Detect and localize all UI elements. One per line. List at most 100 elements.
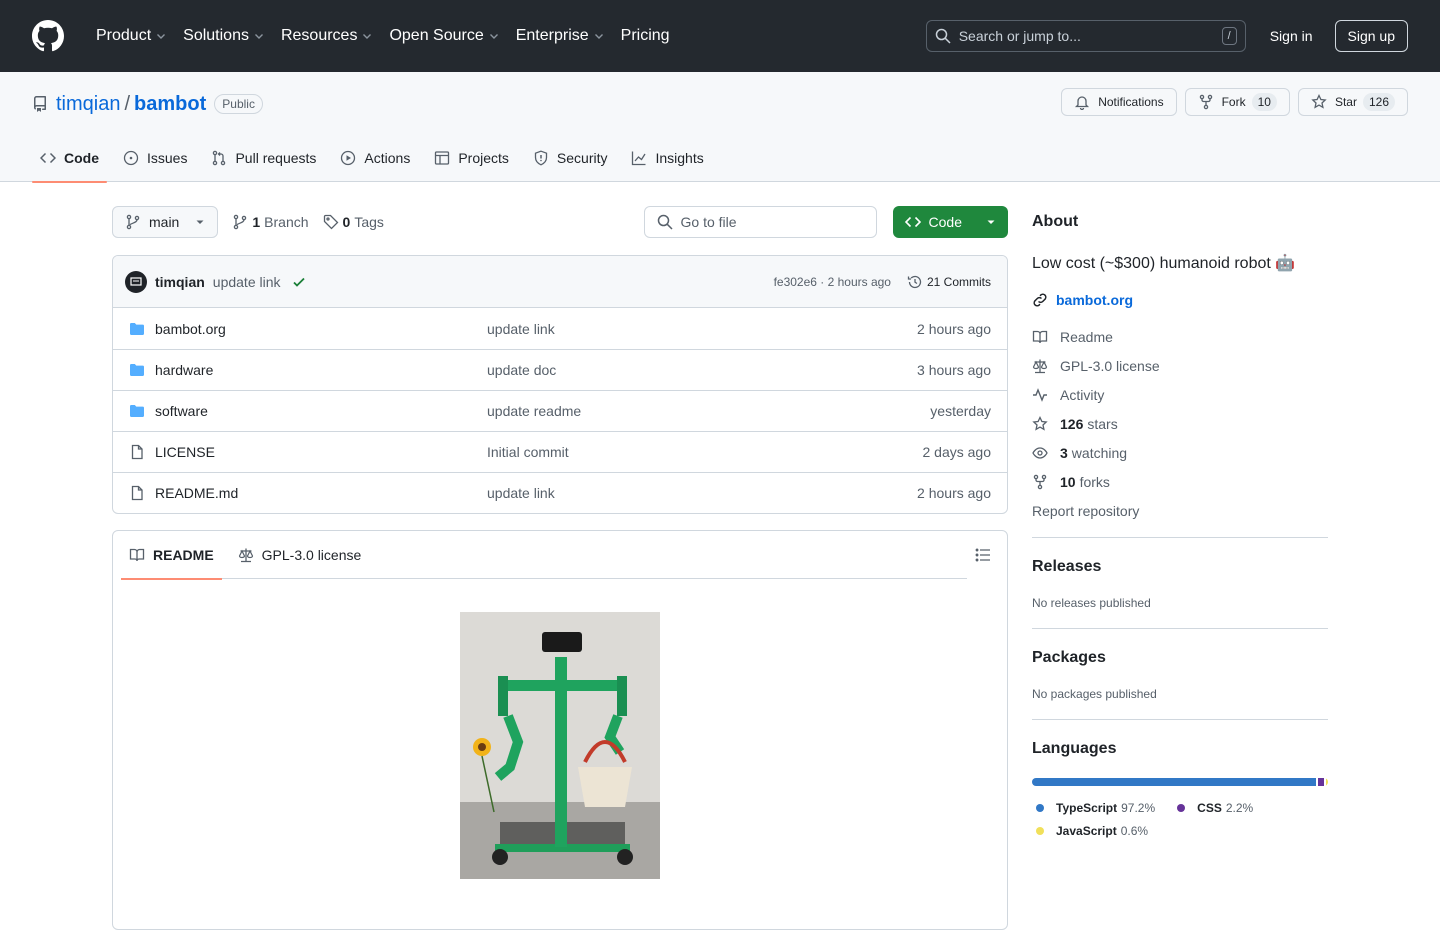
- file-icon: [131, 444, 143, 460]
- star-icon: [1032, 415, 1048, 431]
- about-item-count: 126: [1060, 415, 1084, 432]
- readme-tab-gpl-3-0-license[interactable]: GPL-3.0 license: [230, 531, 370, 579]
- fork-button[interactable]: Fork 10: [1184, 88, 1290, 116]
- tag-icon: [323, 214, 338, 230]
- file-row[interactable]: README.md update link 2 hours ago: [113, 472, 1007, 513]
- branch-icon: [126, 214, 140, 230]
- github-logo-icon[interactable]: [32, 20, 64, 52]
- about-meta-list: Readme GPL-3.0 license Activity 126 stars 3 wa…: [1032, 322, 1328, 496]
- about-item-activity[interactable]: Activity: [1032, 380, 1328, 409]
- language-item-css[interactable]: CSS 2.2%: [1173, 796, 1253, 819]
- tab-insights[interactable]: Insights: [623, 134, 711, 182]
- tab-actions[interactable]: Actions: [332, 134, 418, 182]
- file-row[interactable]: bambot.org update link 2 hours ago: [113, 308, 1007, 349]
- commit-meta: fe302e6 · 2 hours ago 21 Commits: [774, 274, 991, 290]
- branches-link[interactable]: 1 Branch: [232, 214, 309, 230]
- file-icon: [131, 485, 143, 501]
- sidebar-divider: [1032, 719, 1328, 720]
- repo-main: main 1 Branch 0 Tags Go to file Code tim…: [112, 182, 1008, 930]
- language-color-dot: [1036, 826, 1044, 835]
- repo-owner-link[interactable]: timqian: [56, 93, 120, 116]
- file-commit-time: 2 hours ago: [917, 485, 991, 501]
- notifications-button[interactable]: Notifications: [1061, 88, 1177, 116]
- file-commit-time: 2 days ago: [922, 444, 992, 460]
- language-item-javascript[interactable]: JavaScript 0.6%: [1032, 819, 1148, 842]
- go-to-file-input[interactable]: Go to file: [643, 206, 877, 238]
- chevron-down-icon: [363, 34, 372, 39]
- releases-empty-text: No releases published: [1032, 596, 1151, 610]
- commits-history-link[interactable]: 21 Commits: [907, 274, 991, 290]
- languages-heading: Languages: [1032, 740, 1117, 757]
- nav-item-resources[interactable]: Resources: [273, 20, 381, 52]
- sign-up-button[interactable]: Sign up: [1334, 20, 1408, 52]
- file-name-link[interactable]: software: [155, 403, 487, 419]
- file-commit-message[interactable]: update readme: [487, 403, 930, 419]
- repo-title: timqian / bambot Public: [32, 92, 263, 116]
- file-row[interactable]: software update readme yesterday: [113, 390, 1007, 431]
- file-name-link[interactable]: LICENSE: [155, 444, 487, 460]
- file-name-link[interactable]: bambot.org: [155, 321, 487, 337]
- play-icon: [341, 150, 356, 166]
- about-item-forks[interactable]: 10 forks: [1032, 467, 1328, 496]
- outline-list-icon[interactable]: [975, 547, 991, 563]
- commits-count-label: 21 Commits: [926, 274, 991, 289]
- table-icon: [435, 151, 450, 165]
- tab-pull-requests[interactable]: Pull requests: [203, 134, 324, 182]
- branch-icon: [234, 214, 247, 230]
- tab-label: Actions: [364, 150, 411, 166]
- fork-count: 10: [1251, 93, 1277, 111]
- releases-heading[interactable]: Releases: [1032, 558, 1328, 576]
- file-row[interactable]: hardware update doc 3 hours ago: [113, 349, 1007, 390]
- nav-item-product[interactable]: Product: [88, 20, 175, 52]
- check-icon[interactable]: [291, 274, 307, 290]
- code-button-label: Code: [928, 214, 962, 230]
- about-item-gpl-3-0-license[interactable]: GPL-3.0 license: [1032, 351, 1328, 380]
- star-button[interactable]: Star 126: [1297, 88, 1408, 116]
- about-description: Low cost (~$300) humanoid robot 🤖: [1032, 255, 1296, 272]
- repo-name-link[interactable]: bambot: [134, 93, 206, 116]
- tab-issues[interactable]: Issues: [115, 134, 195, 182]
- language-item-typescript[interactable]: TypeScript 97.2%: [1032, 796, 1155, 819]
- global-search-input[interactable]: Search or jump to... /: [925, 20, 1246, 52]
- shield-icon: [534, 150, 548, 166]
- sign-in-link[interactable]: Sign in: [1270, 28, 1313, 44]
- code-dropdown-button[interactable]: Code: [892, 206, 1008, 238]
- language-percent: 0.6%: [1120, 823, 1149, 838]
- file-row[interactable]: LICENSE Initial commit 2 days ago: [113, 431, 1007, 472]
- language-color-dot: [1177, 803, 1186, 812]
- about-item-readme[interactable]: Readme: [1032, 322, 1328, 351]
- nav-item-open-source[interactable]: Open Source: [381, 20, 507, 52]
- caret-down-icon: [987, 220, 995, 224]
- file-commit-message[interactable]: Initial commit: [487, 444, 923, 460]
- branch-select-button[interactable]: main: [112, 206, 219, 238]
- file-name-link[interactable]: README.md: [155, 485, 487, 501]
- commit-hash-time[interactable]: fe302e6 · 2 hours ago: [774, 275, 891, 289]
- commit-author[interactable]: timqian: [155, 274, 205, 290]
- notifications-label: Notifications: [1098, 95, 1164, 109]
- packages-heading[interactable]: Packages: [1032, 649, 1328, 667]
- avatar[interactable]: [125, 270, 147, 293]
- tab-projects[interactable]: Projects: [426, 134, 517, 182]
- nav-item-pricing[interactable]: Pricing: [613, 20, 678, 52]
- commit-message[interactable]: update link: [213, 274, 281, 290]
- file-commit-message[interactable]: update link: [487, 485, 917, 501]
- about-item-label: Readme: [1060, 328, 1113, 345]
- fork-icon: [1199, 94, 1212, 110]
- language-name: CSS: [1197, 800, 1222, 815]
- readme-tab-readme[interactable]: README: [121, 531, 222, 580]
- tab-code[interactable]: Code: [32, 134, 107, 183]
- website-link[interactable]: bambot.org: [1032, 292, 1328, 308]
- about-item-watching[interactable]: 3 watching: [1032, 438, 1328, 467]
- file-commit-time: 2 hours ago: [917, 320, 991, 337]
- pulse-icon: [1033, 387, 1047, 402]
- nav-item-enterprise[interactable]: Enterprise: [508, 20, 613, 52]
- about-item-stars[interactable]: 126 stars: [1032, 409, 1328, 438]
- report-repository-link[interactable]: Report repository: [1032, 496, 1328, 525]
- file-name-link[interactable]: hardware: [155, 362, 487, 378]
- file-commit-message[interactable]: update link: [487, 321, 917, 337]
- tab-label: Insights: [655, 150, 704, 166]
- tags-link[interactable]: 0 Tags: [323, 214, 384, 230]
- file-commit-message[interactable]: update doc: [487, 362, 917, 378]
- nav-item-solutions[interactable]: Solutions: [175, 20, 273, 52]
- tab-security[interactable]: Security: [525, 134, 616, 182]
